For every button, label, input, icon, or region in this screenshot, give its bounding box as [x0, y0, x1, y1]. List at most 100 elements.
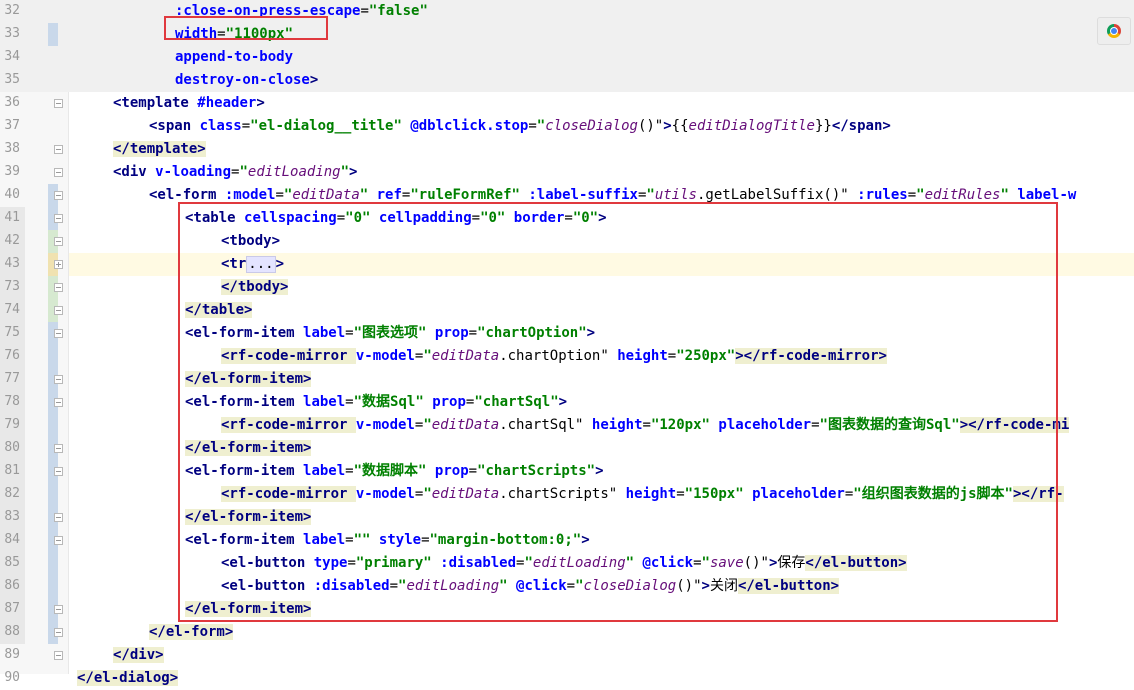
fold-collapse-icon[interactable] [54, 513, 63, 522]
code-text: <template #header> [113, 95, 265, 112]
fold-collapse-icon[interactable] [54, 329, 63, 338]
code-token: > [256, 95, 265, 111]
code-token: "false" [368, 3, 428, 19]
line-number: 81 [4, 463, 20, 478]
line-number: 79 [4, 417, 20, 432]
vcs-change-marker[interactable] [48, 23, 58, 46]
line-number: 82 [4, 486, 20, 501]
code-token: </el-form> [149, 624, 234, 640]
code-token: .getLabelSuffix()" [696, 187, 849, 203]
fold-expand-icon[interactable] [54, 260, 63, 269]
code-token: </el-dialog> [77, 670, 179, 686]
line-number: 86 [4, 578, 20, 593]
code-token: " [646, 187, 655, 203]
code-token: " [1000, 187, 1009, 203]
code-token: " [359, 187, 369, 203]
code-token: "el-dialog__title" [250, 118, 402, 134]
fold-collapse-icon[interactable] [54, 191, 63, 200]
code-line[interactable]: 89 </div> [0, 644, 1134, 667]
fold-collapse-icon[interactable] [54, 467, 63, 476]
line-number: 78 [4, 394, 20, 409]
code-token: append-to-body [175, 49, 294, 65]
code-token: > [349, 164, 358, 180]
code-token: " [916, 187, 925, 203]
fold-collapse-icon[interactable] [54, 651, 63, 660]
code-token: </div> [113, 647, 164, 663]
line-number: 77 [4, 371, 20, 386]
line-number: 80 [4, 440, 20, 455]
line-number: 74 [4, 302, 20, 317]
line-number: 40 [4, 187, 20, 202]
code-token: #header [197, 95, 257, 111]
code-token: = [907, 187, 917, 203]
line-number: 38 [4, 141, 20, 156]
code-token: ()" [637, 118, 664, 134]
code-token: :rules [857, 187, 908, 203]
code-token: :label-suffix [528, 187, 638, 203]
code-token: ref [376, 187, 402, 203]
line-number: 33 [4, 26, 20, 41]
vcs-change-marker[interactable] [48, 483, 58, 506]
code-text: </el-form> [149, 624, 234, 641]
code-token: :model [224, 187, 276, 203]
code-line[interactable]: 38 </template> [0, 138, 1134, 161]
code-token: <div [113, 164, 156, 180]
vcs-change-marker[interactable] [48, 414, 58, 437]
open-in-browser-button[interactable] [1097, 17, 1131, 45]
vcs-change-marker[interactable] [48, 575, 58, 598]
line-number: 37 [4, 118, 20, 133]
fold-collapse-icon[interactable] [54, 398, 63, 407]
code-token: editLoading [247, 164, 341, 180]
code-line[interactable]: 34 append-to-body [0, 46, 1134, 69]
code-token: label-w [1017, 187, 1077, 203]
code-token: closeDialog [545, 118, 638, 134]
code-line[interactable]: 39 <div v-loading="editLoading"> [0, 161, 1134, 184]
line-number: 89 [4, 647, 20, 662]
fold-collapse-icon[interactable] [54, 168, 63, 177]
code-line[interactable]: 90 </el-dialog> [0, 667, 1134, 690]
code-token: " [239, 164, 248, 180]
line-number: 84 [4, 532, 20, 547]
code-line[interactable]: 88 </el-form> [0, 621, 1134, 644]
code-token: = [275, 187, 284, 203]
code-line[interactable]: 37 <span class="el-dialog__title" @dblcli… [0, 115, 1134, 138]
fold-collapse-icon[interactable] [54, 145, 63, 154]
code-token: "ruleFormRef" [410, 187, 520, 203]
code-token: }} [814, 118, 832, 134]
code-text: <div v-loading="editLoading"> [113, 164, 357, 181]
vcs-change-marker[interactable] [48, 345, 58, 368]
fold-collapse-icon[interactable] [54, 214, 63, 223]
line-number: 76 [4, 348, 20, 363]
code-token: class [199, 118, 242, 134]
code-token: utils [654, 187, 697, 203]
code-token: " [340, 164, 350, 180]
code-token: = [241, 118, 251, 134]
code-text: </div> [113, 647, 164, 664]
code-token: <el-form [149, 187, 225, 203]
code-text: append-to-body [175, 49, 293, 66]
line-number: 85 [4, 555, 20, 570]
code-token: </span> [831, 118, 891, 134]
code-token: {{ [671, 118, 689, 134]
fold-collapse-icon[interactable] [54, 375, 63, 384]
code-token: > [309, 72, 319, 88]
fold-collapse-icon[interactable] [54, 605, 63, 614]
line-number: 87 [4, 601, 20, 616]
vcs-change-marker[interactable] [48, 552, 58, 575]
code-token: > [663, 118, 672, 134]
fold-collapse-icon[interactable] [54, 628, 63, 637]
code-token: = [528, 118, 537, 134]
code-line[interactable]: 36 <template #header> [0, 92, 1134, 115]
code-text: </template> [113, 141, 206, 158]
fold-collapse-icon[interactable] [54, 99, 63, 108]
fold-collapse-icon[interactable] [54, 306, 63, 315]
chrome-icon [1107, 24, 1121, 38]
code-text: </el-dialog> [77, 670, 179, 687]
code-line[interactable]: 35 destroy-on-close> [0, 69, 1134, 92]
fold-collapse-icon[interactable] [54, 444, 63, 453]
line-number: 39 [4, 164, 20, 179]
fold-collapse-icon[interactable] [54, 237, 63, 246]
code-text: <span class="el-dialog__title" @dblclick… [149, 118, 891, 135]
fold-collapse-icon[interactable] [54, 283, 63, 292]
fold-collapse-icon[interactable] [54, 536, 63, 545]
